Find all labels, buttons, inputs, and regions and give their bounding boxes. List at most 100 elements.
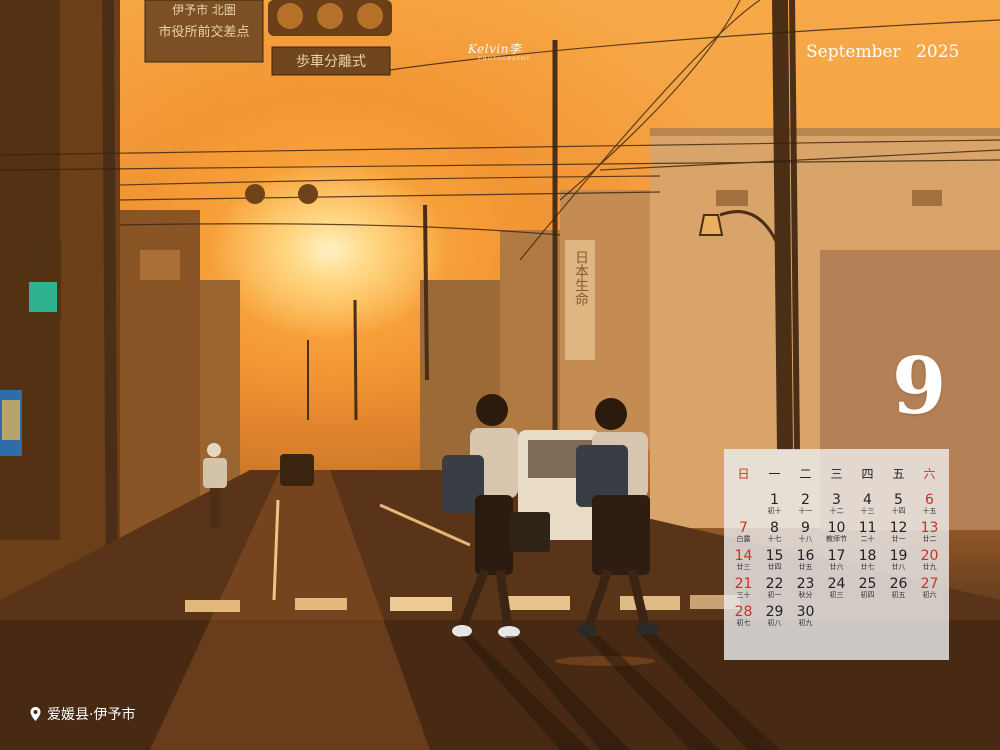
lunar-date: 廿七 — [860, 563, 875, 571]
calendar-day: 24 初三 — [821, 577, 852, 603]
day-number: 10 — [827, 520, 846, 536]
lunar-date: 初八 — [767, 619, 782, 627]
weekday-header-row: 日一二三四五六 — [728, 465, 945, 493]
calendar-day: 20 廿九 — [914, 549, 945, 575]
lunar-date: 初五 — [891, 591, 906, 599]
top-sign-line1: 伊予市 北圏 — [172, 2, 236, 17]
day-number: 7 — [739, 520, 748, 536]
lunar-date: 十五 — [922, 507, 937, 515]
lunar-date: 廿六 — [829, 563, 844, 571]
lunar-date: 十三 — [860, 507, 875, 515]
lunar-date: 十七 — [767, 535, 782, 543]
distant-car — [280, 454, 314, 486]
location-label: 爱媛县·伊予市 — [30, 704, 135, 724]
building-sign: 日本生命 — [573, 250, 589, 306]
day-number: 13 — [920, 520, 939, 536]
day-grid: 1 初十 2 十一 3 十二 4 十三 5 十四 6 十五 7 白露 8 十七 9 十八 10 教师节 11 二十 12 廿一… — [728, 493, 945, 631]
calendar-day: 22 初一 — [759, 577, 790, 603]
day-number: 21 — [734, 576, 753, 592]
signature-name: Kelvin李 — [468, 42, 522, 56]
weekday-header: 六 — [923, 467, 936, 481]
day-number: 4 — [863, 492, 872, 508]
lunar-date: 初七 — [736, 619, 751, 627]
calendar-day: 23 秋分 — [790, 577, 821, 603]
lower-sign: 歩車分離式 — [296, 53, 366, 70]
lunar-date: 十二 — [829, 507, 844, 515]
calendar-day: 5 十四 — [883, 493, 914, 519]
photographer-signature: Kelvin李 PHOTOGRAPHY — [468, 40, 531, 62]
signature-sub: PHOTOGRAPHY — [478, 56, 531, 62]
calendar-day: 26 初五 — [883, 577, 914, 603]
weekday-header: 一 — [768, 467, 781, 481]
calendar-day: 21 三十 — [728, 577, 759, 603]
lunar-date: 初三 — [829, 591, 844, 599]
day-number: 27 — [920, 576, 939, 592]
day-number: 19 — [889, 548, 908, 564]
calendar-day: 15 廿四 — [759, 549, 790, 575]
day-number: 30 — [796, 604, 815, 620]
calendar-day: 9 十八 — [790, 521, 821, 547]
day-number: 3 — [832, 492, 841, 508]
weekday-header: 三 — [830, 467, 843, 481]
lunar-date: 十四 — [891, 507, 906, 515]
lunar-date: 初六 — [922, 591, 937, 599]
day-number: 8 — [770, 520, 779, 536]
day-number: 28 — [734, 604, 753, 620]
lunar-date: 廿九 — [922, 563, 937, 571]
lunar-date: 廿三 — [736, 563, 751, 571]
day-number: 23 — [796, 576, 815, 592]
calendar-day — [728, 493, 759, 519]
calendar-day: 12 廿一 — [883, 521, 914, 547]
day-number: 18 — [858, 548, 877, 564]
lunar-date: 三十 — [736, 591, 751, 599]
day-number: 20 — [920, 548, 939, 564]
weekday-header: 五 — [892, 467, 905, 481]
calendar-day: 6 十五 — [914, 493, 945, 519]
lunar-date: 廿四 — [767, 563, 782, 571]
day-number: 5 — [894, 492, 903, 508]
day-number: 26 — [889, 576, 908, 592]
lunar-date: 初十 — [767, 507, 782, 515]
day-number: 17 — [827, 548, 846, 564]
calendar-day: 19 廿八 — [883, 549, 914, 575]
lunar-date: 初九 — [798, 619, 813, 627]
day-number: 6 — [925, 492, 934, 508]
calendar-day: 1 初十 — [759, 493, 790, 519]
calendar-day: 17 廿六 — [821, 549, 852, 575]
weekday-header: 日 — [737, 467, 750, 481]
lunar-date: 廿一 — [891, 535, 906, 543]
calendar-day: 2 十一 — [790, 493, 821, 519]
calendar-day: 30 初九 — [790, 605, 821, 631]
calendar-day: 10 教师节 — [821, 521, 852, 547]
day-number: 2 — [801, 492, 810, 508]
calendar-day: 29 初八 — [759, 605, 790, 631]
location-pin-icon — [30, 707, 41, 721]
calendar-day: 7 白露 — [728, 521, 759, 547]
weekday-header: 二 — [799, 467, 812, 481]
day-number: 12 — [889, 520, 908, 536]
calendar-day: 14 廿三 — [728, 549, 759, 575]
calendar-day: 3 十二 — [821, 493, 852, 519]
calendar-day: 8 十七 — [759, 521, 790, 547]
day-number: 1 — [770, 492, 779, 508]
location-text: 爱媛县·伊予市 — [47, 707, 136, 723]
lunar-date: 十一 — [798, 507, 813, 515]
lunar-date: 廿八 — [891, 563, 906, 571]
lunar-date: 廿五 — [798, 563, 813, 571]
month-number: 9 — [892, 341, 947, 432]
calendar-day: 13 廿二 — [914, 521, 945, 547]
day-number: 11 — [858, 520, 877, 536]
day-number: 24 — [827, 576, 846, 592]
month-name: September — [806, 42, 901, 62]
day-number: 14 — [734, 548, 753, 564]
year: 2025 — [916, 42, 960, 62]
lunar-date: 二十 — [860, 535, 875, 543]
lunar-date: 初四 — [860, 591, 875, 599]
calendar-day: 25 初四 — [852, 577, 883, 603]
day-number: 25 — [858, 576, 877, 592]
calendar-day: 16 廿五 — [790, 549, 821, 575]
day-number: 9 — [801, 520, 810, 536]
day-number: 29 — [765, 604, 784, 620]
lunar-date: 初一 — [767, 591, 782, 599]
month-calendar: 日一二三四五六 1 初十 2 十一 3 十二 4 十三 5 十四 6 十五 7 白露 8 十七 9 十八 10 教师节… — [724, 449, 949, 660]
